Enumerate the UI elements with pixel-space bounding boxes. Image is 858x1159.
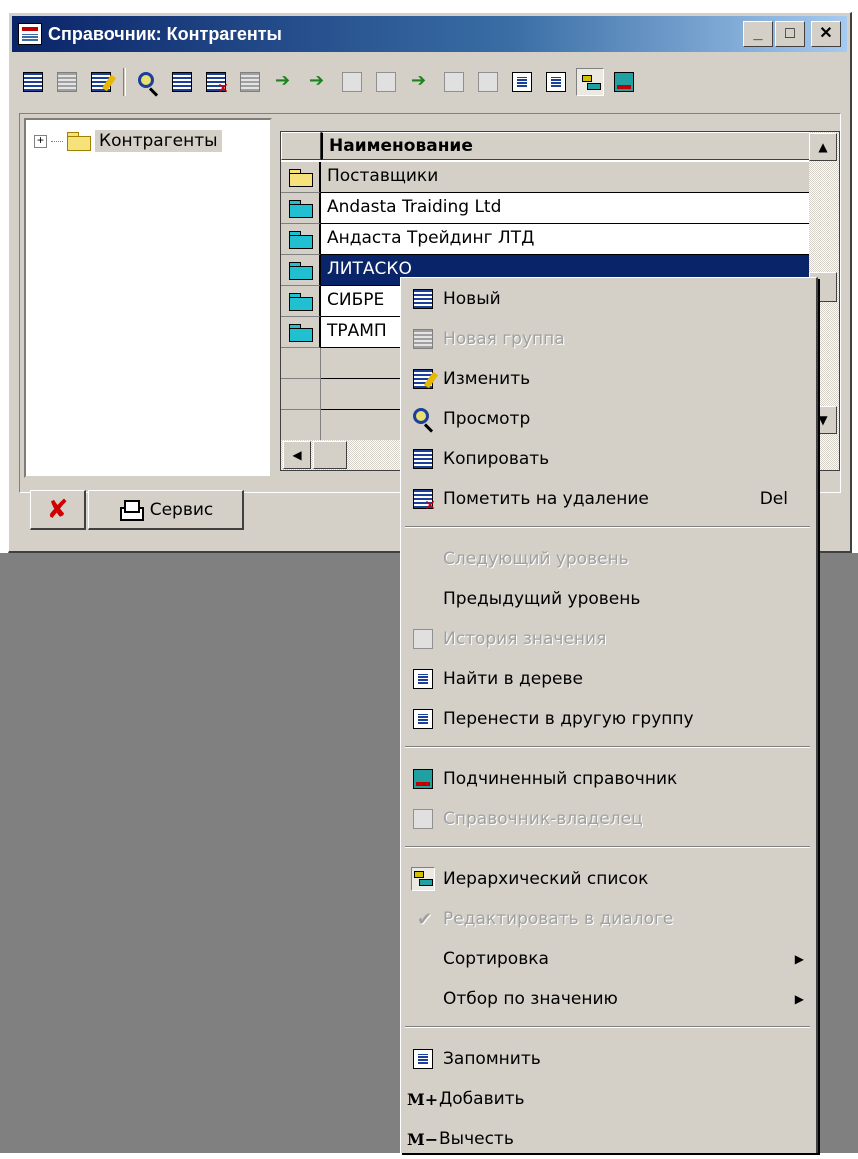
close-button[interactable]: ✕	[811, 21, 841, 47]
scroll-left-icon[interactable]: ◀	[283, 441, 311, 469]
hierarchy-icon	[411, 867, 435, 891]
minimize-button[interactable]: _	[743, 21, 773, 47]
menu-separator	[405, 846, 810, 848]
new-group-icon	[411, 327, 435, 351]
menu-item-move-group[interactable]: Перенести в другую группу	[401, 699, 816, 739]
toolbar-separator	[123, 68, 126, 96]
column-header-name[interactable]: Наименование	[321, 132, 839, 160]
new-icon[interactable]	[19, 68, 47, 96]
tree-pane[interactable]: + Контрагенты	[24, 118, 272, 478]
scroll-up-icon[interactable]: ▲	[809, 133, 837, 161]
move-to-group-icon[interactable]	[270, 68, 298, 96]
subordinate-icon[interactable]	[610, 68, 638, 96]
menu-item-copy[interactable]: Копировать	[401, 439, 816, 479]
prev-level-icon[interactable]	[338, 68, 366, 96]
folder-icon	[289, 324, 313, 342]
copy-memory-icon	[411, 1047, 435, 1071]
value-history-icon[interactable]	[474, 68, 502, 96]
m-plus-icon: M+	[407, 1089, 439, 1109]
move-group-icon[interactable]	[542, 68, 570, 96]
menu-item-next-level: Следующий уровень	[443, 549, 629, 569]
context-menu: Новый Новая группа Изменить Просмотр Коп…	[400, 277, 818, 1153]
menu-item-value-history: История значения	[401, 619, 816, 659]
menu-separator	[405, 746, 810, 748]
hscroll-thumb[interactable]	[313, 441, 347, 469]
red-x-icon: ✘	[46, 494, 69, 525]
copy-icon	[411, 447, 435, 471]
history-icon	[411, 627, 435, 651]
folder-icon	[289, 293, 313, 311]
toolbar	[19, 63, 638, 101]
table-row[interactable]: Андаста Трейдинг ЛТД	[281, 224, 839, 255]
shortcut-del: Del	[759, 489, 788, 509]
copy-icon[interactable]	[168, 68, 196, 96]
next-level-icon[interactable]	[304, 68, 332, 96]
hierarchy-icon[interactable]	[576, 68, 604, 96]
edit-icon[interactable]	[87, 68, 115, 96]
maximize-button[interactable]: □	[775, 21, 805, 47]
menu-separator	[405, 1026, 810, 1028]
cancel-button[interactable]: ✘	[30, 490, 86, 530]
view-icon	[411, 407, 435, 431]
menu-item-view[interactable]: Просмотр	[401, 399, 816, 439]
find-in-tree-icon[interactable]	[508, 68, 536, 96]
menu-item-owner: Справочник-владелец	[401, 799, 816, 839]
menu-item-prev-level[interactable]: Предыдущий уровень	[401, 579, 816, 619]
table-cell-name: Андаста Трейдинг ЛТД	[321, 224, 839, 255]
menu-item-hierarchy[interactable]: Иерархический список	[401, 859, 816, 899]
expand-icon[interactable]: +	[34, 134, 47, 148]
service-button[interactable]: Сервис	[88, 490, 244, 530]
table-row[interactable]: Поставщики	[281, 162, 839, 193]
grid-header: Наименование	[281, 132, 839, 162]
folder-icon	[289, 231, 313, 249]
subordinate-icon	[411, 767, 435, 791]
menu-item-sort[interactable]: Сортировка ▶	[401, 939, 816, 979]
menu-item-new-group: Новая группа	[401, 319, 816, 359]
new-icon	[411, 287, 435, 311]
view-icon[interactable]	[134, 68, 162, 96]
menu-item-remember[interactable]: Запомнить	[401, 1039, 816, 1079]
mark-delete-icon[interactable]	[202, 68, 230, 97]
new-group-icon[interactable]	[53, 68, 81, 96]
menu-item-edit-dialog: ✔ Редактировать в диалоге	[401, 899, 816, 939]
menu-item-edit[interactable]: Изменить	[401, 359, 816, 399]
window-title: Справочник: Контрагенты	[48, 23, 282, 44]
move-group-icon	[411, 707, 435, 731]
title-bar[interactable]: Справочник: Контрагенты _ □ ✕	[12, 16, 847, 52]
table-row[interactable]: Andasta Traiding Ltd	[281, 193, 839, 224]
printer-icon	[118, 499, 144, 521]
tree-item-root[interactable]: + Контрагенты	[34, 130, 222, 152]
find-icon[interactable]	[406, 68, 434, 96]
grid-corner	[281, 132, 321, 160]
history-icon[interactable]	[372, 68, 400, 96]
menu-item-filter-by-value[interactable]: Отбор по значению ▶	[401, 979, 816, 1019]
tree-connector	[51, 140, 63, 142]
check-icon: ✔	[417, 909, 433, 930]
window-app-icon[interactable]	[18, 23, 42, 45]
tree-item-label: Контрагенты	[95, 130, 222, 152]
folder-icon	[67, 132, 91, 151]
edit-icon	[411, 367, 435, 391]
menu-item-find-in-tree[interactable]: Найти в дереве	[401, 659, 816, 699]
service-label: Сервис	[149, 499, 214, 520]
owner-icon	[411, 807, 435, 831]
submenu-arrow-icon: ▶	[794, 952, 804, 966]
submenu-arrow-icon: ▶	[794, 992, 804, 1006]
menu-item-mark-delete[interactable]: Пометить на удаление Del	[401, 479, 816, 519]
menu-item-subordinate[interactable]: Подчиненный справочник	[401, 759, 816, 799]
find-in-tree-icon	[411, 667, 435, 691]
mark-delete-icon	[411, 487, 436, 514]
m-minus-icon: M−	[407, 1129, 439, 1149]
menu-separator	[405, 526, 810, 528]
menu-item-add[interactable]: M+ Добавить	[401, 1079, 816, 1119]
menu-item-subtract[interactable]: M− Вычесть	[401, 1119, 816, 1159]
menu-item-new[interactable]: Новый	[401, 279, 816, 319]
filter-icon[interactable]	[440, 68, 468, 96]
table-cell-name: Andasta Traiding Ltd	[321, 193, 839, 224]
open-folder-icon	[289, 169, 313, 187]
folder-icon	[289, 262, 313, 280]
folder-icon	[289, 200, 313, 218]
cut-icon[interactable]	[236, 68, 264, 96]
table-cell-name: Поставщики	[321, 162, 839, 193]
